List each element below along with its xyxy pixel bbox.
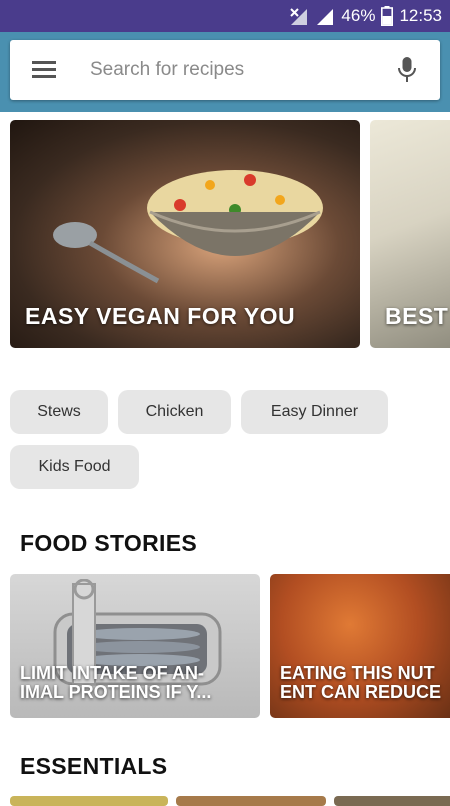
status-bar: 46% 12:53 [0, 0, 450, 32]
chip-chicken[interactable]: Chicken [118, 390, 231, 434]
chip-easy-dinner[interactable]: Easy Dinner [241, 390, 388, 434]
hero-card-title: BEST [385, 303, 449, 329]
spoon-image [53, 222, 160, 284]
signal-nosim-icon [290, 8, 308, 25]
essential-card[interactable] [334, 796, 450, 806]
essential-card[interactable] [176, 796, 326, 806]
menu-icon[interactable] [32, 58, 58, 82]
battery-icon [381, 6, 394, 26]
hero-card-title: EASY VEGAN FOR YOU [25, 303, 296, 329]
chip-kids-food[interactable]: Kids Food [10, 445, 139, 489]
food-bowl-image [147, 170, 323, 256]
essential-card[interactable] [10, 796, 168, 806]
search-bar[interactable] [10, 40, 440, 100]
search-input[interactable] [90, 40, 380, 100]
story-card-title: EATING THIS NUT ENT CAN REDUCE [280, 663, 442, 702]
food-stories-heading: FOOD STORIES [20, 530, 197, 556]
battery-percentage: 46% [341, 6, 376, 25]
essentials-heading: ESSENTIALS [20, 753, 168, 779]
chip-stews[interactable]: Stews [10, 390, 108, 434]
hero-card-best[interactable]: BEST [370, 120, 450, 348]
microphone-icon[interactable] [396, 56, 418, 84]
story-card-title: LIMIT INTAKE OF AN- IMAL PROTEINS IF Y..… [20, 663, 212, 702]
story-card-animal-proteins[interactable]: LIMIT INTAKE OF AN- IMAL PROTEINS IF Y..… [10, 574, 260, 718]
hero-card-easy-vegan[interactable]: EASY VEGAN FOR YOU [10, 120, 360, 348]
clock: 12:53 [399, 6, 442, 25]
story-card-nutrient[interactable]: EATING THIS NUT ENT CAN REDUCE [270, 574, 450, 718]
signal-icon [317, 9, 334, 25]
